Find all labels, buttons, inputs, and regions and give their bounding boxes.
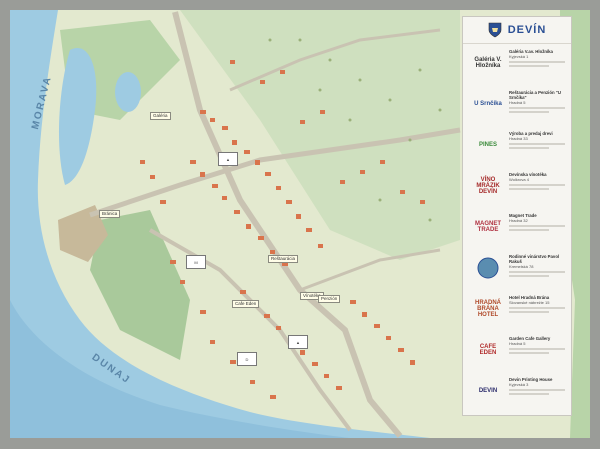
entry-description-line	[509, 111, 549, 113]
business-logo: VÍNO MRÁZIK DEVÍN	[476, 177, 500, 195]
legend-entry[interactable]: MAGNET TRADE Magnet Trade Hradná 32	[463, 211, 573, 247]
entry-name: Reštaurácia a Penzión "U Srnčíka"	[509, 90, 561, 100]
entry-address: Hradná 33	[509, 136, 528, 141]
entry-description-line	[509, 352, 549, 354]
pond	[115, 72, 141, 112]
legend-entry[interactable]: HRADNÁ BRÁNA HOTEL Hotel Hradná Brána Slov…	[463, 293, 573, 329]
entry-description-line	[509, 229, 549, 231]
entry-description-line	[509, 389, 565, 391]
entry-description-line	[509, 348, 565, 350]
business-logo: Galéria V. Hložníka	[474, 57, 502, 69]
entry-address: Hradná 32	[509, 218, 528, 223]
legend-entry[interactable]: CAFE EDEN Garden Cafe Gallery Hradná 5	[463, 334, 573, 370]
entry-text: Devin Printing House Kyjevská 3	[509, 377, 569, 395]
entry-description-line	[509, 65, 549, 67]
winery-seal-icon	[471, 256, 505, 280]
entry-text: Rodinné vinárstvo Pavol Rakuš Kremelská 7…	[509, 254, 569, 277]
entry-description-line	[509, 393, 549, 395]
entry-address: Kyjevská 1	[509, 54, 529, 59]
entry-description-line	[509, 311, 549, 313]
legend-title: DEVÍN	[507, 24, 547, 36]
entry-address: Kyjevská 3	[509, 382, 529, 387]
business-logo: HRADNÁ BRÁNA HOTEL	[475, 300, 501, 318]
entry-description-line	[509, 225, 565, 227]
entry-description-line	[509, 61, 565, 63]
legend-panel: DEVÍN Galéria V. Hložníka Galéria V.av. H…	[462, 16, 572, 416]
legend-entry[interactable]: Rodinné vinárstvo Pavol Rakuš Kremelská 7…	[463, 252, 573, 288]
legend-entry[interactable]: PINES Výroba a predaj drevi Hradná 33	[463, 129, 573, 165]
entry-text: Hotel Hradná Brána Slovanské nábrežie 15	[509, 295, 569, 313]
entry-description-line	[509, 188, 549, 190]
map-logo-pines[interactable]: ▲	[218, 152, 238, 166]
legend-entry[interactable]: VÍNO MRÁZIK DEVÍN Devínska vínotéka Wolkro…	[463, 170, 573, 206]
business-logo: U Srnčíka	[474, 101, 502, 107]
entry-text: Magnet Trade Hradná 32	[509, 213, 569, 231]
coat-of-arms-icon	[488, 22, 501, 38]
entry-address: Kremelská 78	[509, 264, 534, 269]
legend-entry[interactable]: DEVIN Devin Printing House Kyjevská 3	[463, 375, 573, 411]
entry-description-line	[509, 307, 565, 309]
entry-address: Hradná 5	[509, 100, 526, 105]
map-board: MORAVA DUNAJ Vínotéka Cafe Eden Reštaurá…	[0, 0, 600, 449]
legend-entry[interactable]: Galéria V. Hložníka Galéria V.av. Hložník…	[463, 47, 573, 83]
entry-text: Galéria V.av. Hložníka Kyjevská 1	[509, 49, 569, 67]
entry-address: Slovanské nábrežie 15	[509, 300, 550, 305]
business-logo: CAFE EDEN	[479, 344, 497, 356]
entry-text: Výroba a predaj drevi Hradná 33	[509, 131, 569, 149]
map-pin-restauracia[interactable]: Reštaurácia	[268, 255, 299, 263]
entry-address: Hradná 5	[509, 341, 526, 346]
map-pin-penzion[interactable]: Penzión	[318, 295, 341, 303]
map-pin-branica[interactable]: Bránica	[99, 210, 121, 218]
entry-text: Garden Cafe Gallery Hradná 5	[509, 336, 569, 354]
entry-description-line	[509, 143, 565, 145]
legend-entry[interactable]: U Srnčíka Reštaurácia a Penzión "U Srnčík…	[463, 88, 573, 124]
business-logo: MAGNET TRADE	[475, 221, 501, 233]
entry-description-line	[509, 107, 565, 109]
entry-description-line	[509, 271, 565, 273]
map-logo-pines-2[interactable]: ▲	[288, 335, 308, 349]
map-logo-magnet[interactable]: M	[186, 255, 206, 269]
entry-name: Rodinné vinárstvo Pavol Rakuš	[509, 254, 560, 264]
entry-description-line	[509, 275, 549, 277]
map-pin-cafe-eden[interactable]: Cafe Eden	[232, 300, 260, 308]
entry-description-line	[509, 147, 549, 149]
entry-address: Wolkrova 4	[509, 177, 529, 182]
map-pin-galeria[interactable]: Galéria	[150, 112, 171, 120]
entry-text: Reštaurácia a Penzión "U Srnčíka" Hradná …	[509, 90, 569, 113]
legend-header: DEVÍN	[463, 17, 571, 44]
entry-description-line	[509, 184, 565, 186]
map-logo-devin[interactable]: D	[237, 352, 257, 366]
business-logo: PINES	[478, 142, 497, 148]
entry-text: Devínska vínotéka Wolkrova 4	[509, 172, 569, 190]
business-logo: DEVIN	[478, 388, 498, 394]
